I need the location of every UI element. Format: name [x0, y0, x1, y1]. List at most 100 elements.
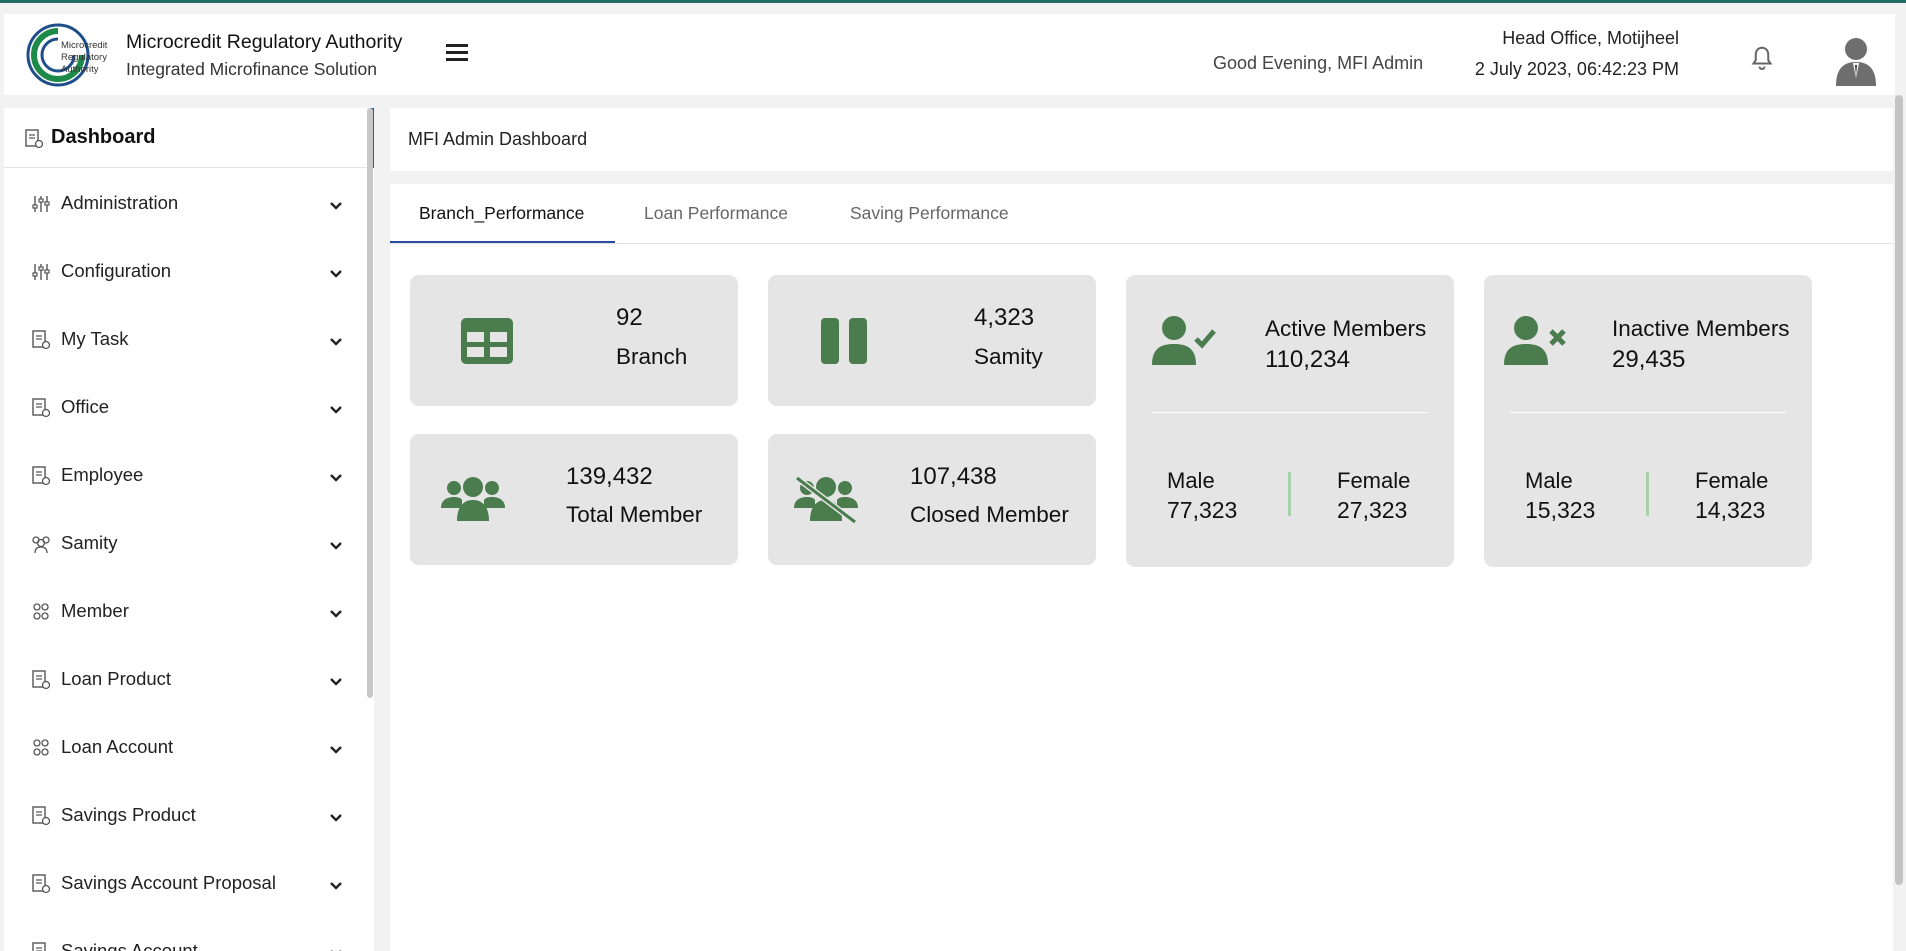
sidebar-item-configuration[interactable]: Configuration — [4, 244, 374, 300]
tab-loan-performance[interactable]: Loan Performance — [644, 203, 788, 224]
sidebar-item-loan-account[interactable]: Loan Account — [4, 720, 374, 776]
male-label: Male — [1525, 468, 1573, 493]
user-avatar[interactable] — [1834, 34, 1878, 86]
sidebar-item-label: My Task — [61, 328, 129, 349]
branch-label: Branch — [616, 344, 688, 369]
closed-member-count: 107,438 — [910, 463, 997, 490]
samity-count: 4,323 — [974, 304, 1035, 331]
sidebar-item-label: Savings Product — [61, 804, 196, 825]
chevron-down-icon[interactable] — [329, 946, 343, 951]
document-icon — [24, 128, 44, 150]
group-icon — [30, 533, 52, 555]
table-icon — [461, 318, 513, 369]
sidebar-item-savings-product[interactable]: Savings Product — [4, 788, 374, 844]
scrollbar-thumb[interactable] — [1895, 95, 1903, 885]
breadcrumb: MFI Admin Dashboard — [390, 108, 1893, 171]
divider — [1646, 472, 1649, 516]
top-accent-line — [0, 0, 1906, 3]
sidebar-item-label: Dashboard — [51, 126, 156, 148]
branch-count: 92 — [616, 304, 643, 331]
branch-card: 92 Branch — [410, 275, 738, 406]
male-count: 77,323 — [1167, 497, 1238, 523]
inactive-members-count: 29,435 — [1612, 346, 1686, 373]
active-members-label: Active Members — [1265, 316, 1427, 341]
tab-bar: Branch_Performance Loan Performance Savi… — [390, 184, 1893, 244]
chevron-down-icon[interactable] — [329, 878, 343, 890]
chevron-down-icon[interactable] — [329, 538, 343, 550]
tab-branch-performance[interactable]: Branch_Performance — [419, 203, 584, 224]
closed-member-label: Closed Member — [910, 502, 1069, 527]
divider — [1152, 412, 1428, 413]
sidebar-item-samity[interactable]: Samity — [4, 516, 374, 572]
document-icon — [30, 873, 52, 895]
total-member-card: 139,432 Total Member — [410, 434, 738, 565]
male-count: 15,323 — [1525, 497, 1596, 523]
members-icon — [30, 737, 52, 759]
sidebar-item-dashboard[interactable]: Dashboard — [4, 108, 374, 168]
sliders-icon — [30, 193, 52, 215]
sidebar-item-label: Loan Account — [61, 736, 174, 757]
divider — [1288, 472, 1291, 516]
sidebar-item-label: Savings Account Proposal — [61, 872, 276, 893]
chevron-down-icon[interactable] — [329, 198, 343, 210]
sidebar-item-savings-account[interactable]: Savings Account — [4, 924, 374, 951]
sidebar-item-label: Member — [61, 600, 129, 621]
female-count: 27,323 — [1337, 497, 1408, 523]
document-icon — [30, 329, 52, 351]
group-slash-icon — [794, 475, 858, 529]
sidebar-item-savings-account-proposal[interactable]: Savings Account Proposal — [4, 856, 374, 912]
female-label: Female — [1337, 468, 1411, 493]
document-icon — [30, 669, 52, 691]
document-icon — [30, 805, 52, 827]
user-check-icon — [1152, 315, 1216, 370]
logo-text: Microcredit Regulatory Authority — [61, 40, 108, 75]
chevron-down-icon[interactable] — [329, 470, 343, 482]
total-member-label: Total Member — [566, 502, 703, 527]
closed-member-card: 107,438 Closed Member — [768, 434, 1096, 565]
sliders-icon — [30, 261, 52, 283]
sidebar-item-administration[interactable]: Administration — [4, 176, 374, 232]
sidebar-item-office[interactable]: Office — [4, 380, 374, 436]
divider — [1510, 412, 1786, 413]
dashboard-content: Branch_Performance Loan Performance Savi… — [390, 184, 1893, 951]
menu-toggle-icon[interactable] — [446, 44, 472, 66]
mra-logo: Microcredit Regulatory Authority — [24, 22, 118, 88]
page-title: MFI Admin Dashboard — [408, 129, 588, 149]
chevron-down-icon[interactable] — [329, 810, 343, 822]
samity-label: Samity — [974, 344, 1043, 369]
group-icon — [441, 476, 505, 527]
pause-icon — [821, 318, 867, 369]
sidebar-item-employee[interactable]: Employee — [4, 448, 374, 504]
chevron-down-icon[interactable] — [329, 402, 343, 414]
inactive-members-card: Inactive Members 29,435 Male 15,323 Fema… — [1484, 275, 1812, 567]
female-label: Female — [1695, 468, 1769, 493]
sidebar-item-label: Configuration — [61, 260, 172, 281]
sidebar-item-my-task[interactable]: My Task — [4, 312, 374, 368]
members-icon — [30, 601, 52, 623]
samity-card: 4,323 Samity — [768, 275, 1096, 406]
chevron-down-icon[interactable] — [329, 266, 343, 278]
tab-saving-performance[interactable]: Saving Performance — [850, 203, 1009, 224]
chevron-down-icon[interactable] — [329, 606, 343, 618]
top-header: Microcredit Regulatory Authority Microcr… — [4, 14, 1895, 95]
sidebar-item-label: Employee — [61, 464, 144, 485]
page-scrollbar[interactable] — [1893, 95, 1906, 951]
sidebar-item-member[interactable]: Member — [4, 584, 374, 640]
male-label: Male — [1167, 468, 1215, 493]
greeting-text: Good Evening, MFI Admin — [1213, 53, 1424, 73]
sidebar: Dashboard Administration Configuration My … — [4, 108, 374, 951]
sidebar-item-loan-product[interactable]: Loan Product — [4, 652, 374, 708]
chevron-down-icon[interactable] — [329, 742, 343, 754]
sidebar-scrollbar[interactable] — [367, 108, 373, 698]
sidebar-item-label: Loan Product — [61, 668, 172, 689]
app-subtitle: Integrated Microfinance Solution — [126, 59, 377, 79]
active-members-count: 110,234 — [1265, 346, 1350, 373]
notification-bell-icon[interactable] — [1747, 44, 1777, 74]
document-icon — [30, 941, 52, 951]
chevron-down-icon[interactable] — [329, 674, 343, 686]
total-member-count: 139,432 — [566, 463, 653, 490]
female-count: 14,323 — [1695, 497, 1766, 523]
document-icon — [30, 465, 52, 487]
chevron-down-icon[interactable] — [329, 334, 343, 346]
current-datetime: 2 July 2023, 06:42:23 PM — [1474, 59, 1679, 79]
